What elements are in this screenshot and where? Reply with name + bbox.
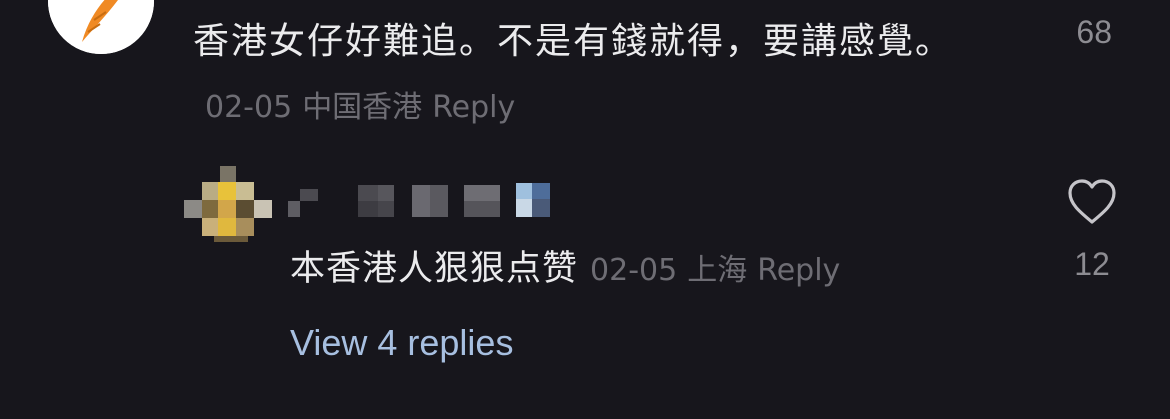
reply-location: 上海 xyxy=(687,253,748,288)
comment-body: 香港女仔好難追。不是有錢就得，要講感覺。 02-05 中国香港 Reply xyxy=(193,10,983,140)
reply-date: 02-05 xyxy=(590,253,678,288)
view-replies-button[interactable]: View 4 replies xyxy=(290,322,513,364)
reply-reply-button[interactable]: Reply xyxy=(757,253,840,288)
comment-like-count: 68 xyxy=(1076,14,1112,50)
reply-like-block: 12 xyxy=(1064,178,1120,283)
comment-date: 02-05 xyxy=(205,90,293,125)
pixelated-username-icon xyxy=(288,183,550,217)
comment-text: 香港女仔好難追。不是有錢就得，要講感覺。 xyxy=(193,21,954,62)
comment-location: 中国香港 xyxy=(302,90,423,125)
commenter-avatar[interactable] xyxy=(48,0,154,54)
pixelated-avatar-icon xyxy=(184,166,272,242)
heart-outline-icon[interactable] xyxy=(1066,178,1118,226)
reply-avatar[interactable] xyxy=(184,166,274,244)
carrot-icon xyxy=(48,0,154,54)
reply-text: 本香港人狠狠点赞 xyxy=(290,249,579,289)
reply-like-count: 12 xyxy=(1074,246,1110,282)
reply-body: 本香港人狠狠点赞 02-05 上海 Reply xyxy=(290,237,840,303)
reply-meta: 02-05 上海 Reply xyxy=(590,253,840,288)
comment-reply-button[interactable]: Reply xyxy=(432,90,515,125)
reply-username[interactable] xyxy=(288,183,558,219)
comment-meta: 02-05 中国香港 Reply xyxy=(205,90,515,125)
